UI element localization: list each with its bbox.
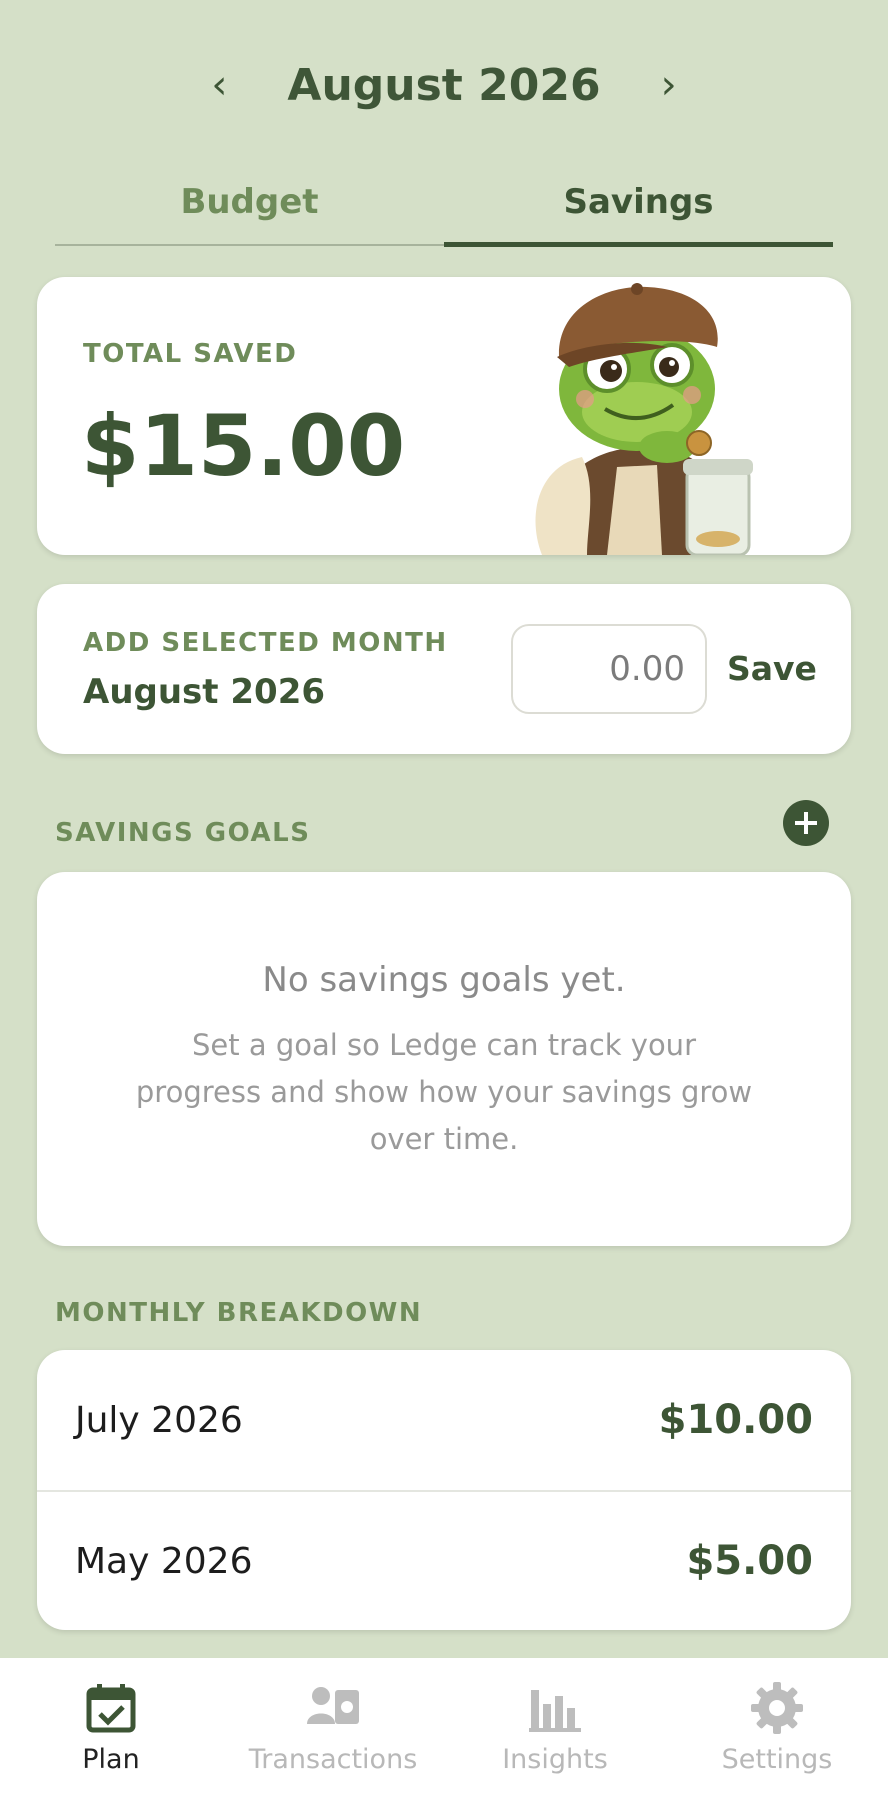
empty-goals-description: Set a goal so Ledge can track your progr… (135, 1028, 753, 1156)
chevron-left-icon[interactable]: ‹ (189, 65, 249, 105)
save-button[interactable]: Save (727, 624, 817, 714)
nav-insights-label: Insights (502, 1744, 608, 1775)
tab-budget[interactable]: Budget (55, 160, 444, 244)
month-title: August 2026 (287, 59, 601, 111)
savings-goals-card: No savings goals yet. Set a goal so Ledg… (37, 872, 851, 1246)
add-month-card: ADD SELECTED MONTH August 2026 Save (37, 584, 851, 754)
monthly-breakdown-label: MONTHLY BREAKDOWN (55, 1298, 423, 1328)
tab-savings[interactable]: Savings (444, 160, 833, 247)
empty-goals-title: No savings goals yet. (262, 960, 626, 1000)
bottom-navigation: Plan Transactions Insights Settings (0, 1658, 888, 1800)
month-navigation: ‹ August 2026 › (0, 40, 888, 130)
chevron-right-icon[interactable]: › (639, 65, 699, 105)
amount-input[interactable] (511, 624, 707, 714)
monthly-breakdown-card: July 2026 $10.00 May 2026 $5.00 (37, 1350, 851, 1630)
total-saved-amount: $15.00 (81, 397, 406, 495)
nav-insights[interactable]: Insights (444, 1658, 666, 1800)
nav-settings-label: Settings (721, 1744, 833, 1775)
nav-transactions-label: Transactions (248, 1744, 418, 1775)
tab-bar: Budget Savings (55, 160, 833, 247)
bar-chart-icon (529, 1690, 581, 1732)
total-saved-label: TOTAL SAVED (83, 339, 298, 369)
breakdown-amount: $5.00 (686, 1538, 813, 1584)
breakdown-row[interactable]: May 2026 $5.00 (37, 1490, 851, 1630)
savings-goals-label: SAVINGS GOALS (55, 818, 311, 848)
frog-mascot-illustration (535, 283, 753, 555)
nav-plan-label: Plan (82, 1744, 140, 1775)
breakdown-row[interactable]: July 2026 $10.00 (37, 1350, 851, 1490)
total-saved-card: TOTAL SAVED $15.00 (37, 277, 851, 555)
breakdown-month: July 2026 (75, 1399, 243, 1441)
nav-plan[interactable]: Plan (0, 1658, 222, 1800)
add-month-label: ADD SELECTED MONTH (83, 628, 448, 658)
add-month-value: August 2026 (83, 672, 326, 712)
gear-icon (751, 1682, 803, 1734)
calendar-check-icon (86, 1684, 136, 1733)
plus-icon (795, 812, 817, 834)
nav-transactions[interactable]: Transactions (222, 1658, 444, 1800)
person-cash-icon (307, 1687, 359, 1724)
breakdown-month: May 2026 (75, 1540, 253, 1582)
nav-settings[interactable]: Settings (666, 1658, 888, 1800)
breakdown-amount: $10.00 (658, 1397, 813, 1443)
add-goal-button[interactable] (783, 800, 829, 846)
